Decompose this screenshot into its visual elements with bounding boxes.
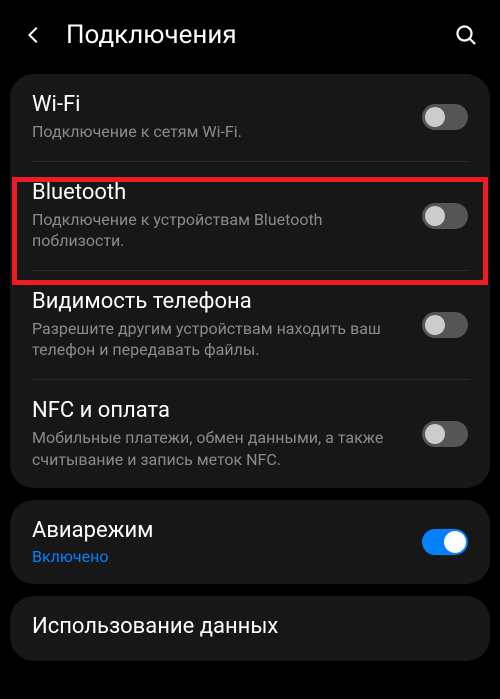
airplane-item[interactable]: Авиарежим Включено [10,500,490,584]
wifi-toggle[interactable] [422,104,468,130]
visibility-toggle[interactable] [422,312,468,338]
nfc-desc: Мобильные платежи, обмен данными, а такж… [32,427,410,470]
visibility-text: Видимость телефона Разрешите другим устр… [32,289,422,361]
visibility-title: Видимость телефона [32,289,410,314]
nfc-title: NFC и оплата [32,398,410,423]
bluetooth-text: Bluetooth Подключение к устройствам Blue… [32,180,422,252]
back-icon[interactable] [20,21,48,49]
airplane-toggle[interactable] [422,529,468,555]
data-usage-item[interactable]: Использование данных [10,596,490,661]
page-title: Подключения [66,20,452,50]
bluetooth-item[interactable]: Bluetooth Подключение к устройствам Blue… [10,162,490,270]
nfc-item[interactable]: NFC и оплата Мобильные платежи, обмен да… [10,380,490,488]
airplane-title: Авиарежим [32,518,410,543]
search-icon[interactable] [452,21,480,49]
data-usage-title: Использование данных [32,614,456,639]
bluetooth-toggle[interactable] [422,203,468,229]
data-usage-section: Использование данных [10,596,490,661]
visibility-desc: Разрешите другим устройствам находить ва… [32,318,410,361]
wifi-desc: Подключение к сетям Wi-Fi. [32,121,410,143]
connections-section: Wi-Fi Подключение к сетям Wi-Fi. Bluetoo… [10,74,490,488]
nfc-text: NFC и оплата Мобильные платежи, обмен да… [32,398,422,470]
data-usage-text: Использование данных [32,614,468,643]
bluetooth-desc: Подключение к устройствам Bluetooth побл… [32,209,410,252]
airplane-section: Авиарежим Включено [10,500,490,584]
airplane-status: Включено [32,547,410,566]
visibility-item[interactable]: Видимость телефона Разрешите другим устр… [10,271,490,379]
header: Подключения [0,0,500,74]
wifi-title: Wi-Fi [32,92,410,117]
wifi-item[interactable]: Wi-Fi Подключение к сетям Wi-Fi. [10,74,490,161]
airplane-text: Авиарежим Включено [32,518,422,566]
nfc-toggle[interactable] [422,421,468,447]
bluetooth-title: Bluetooth [32,180,410,205]
wifi-text: Wi-Fi Подключение к сетям Wi-Fi. [32,92,422,143]
